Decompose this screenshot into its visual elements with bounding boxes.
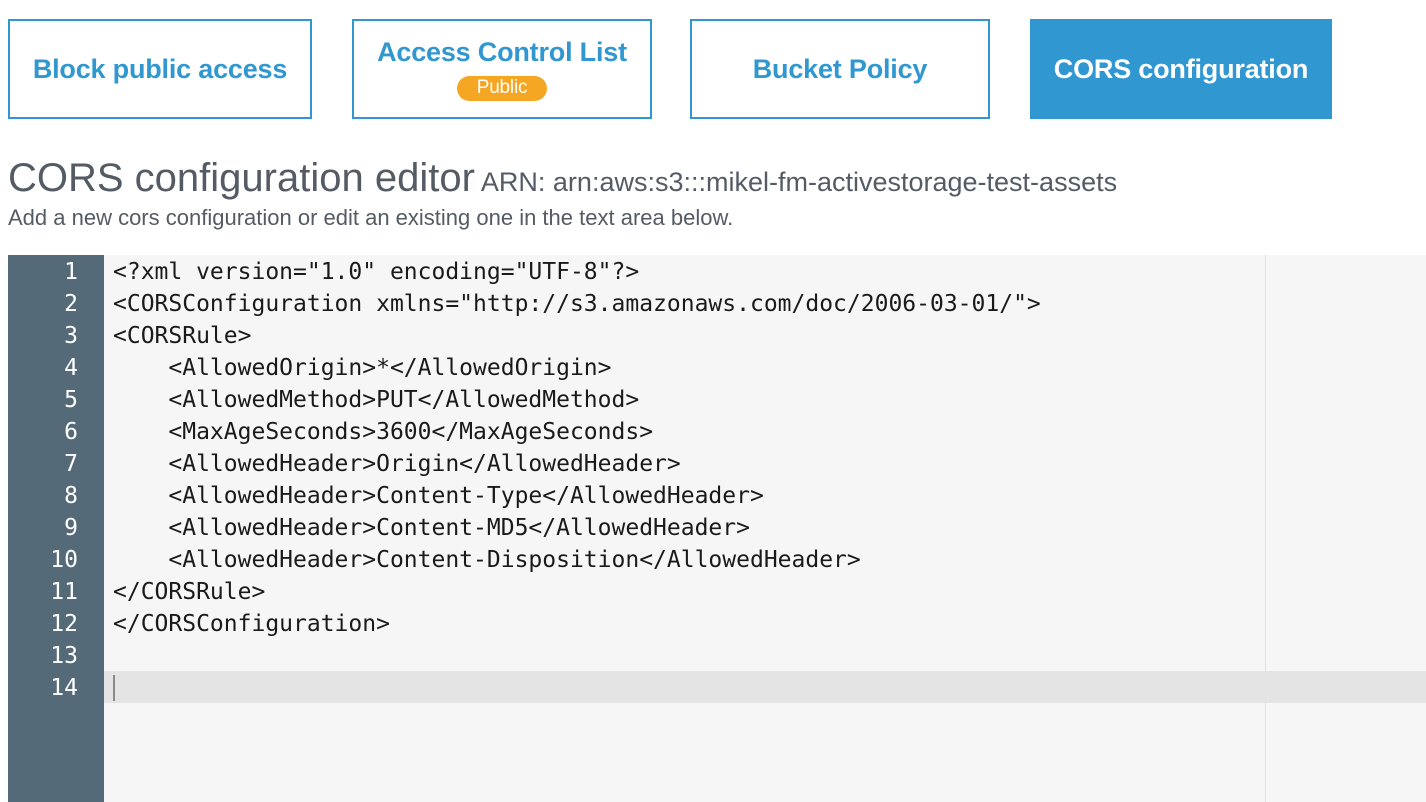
code-line[interactable]: <MaxAgeSeconds>3600</MaxAgeSeconds> [113, 416, 653, 448]
code-line[interactable]: <AllowedHeader>Origin</AllowedHeader> [113, 448, 680, 480]
line-number: 9 [64, 515, 78, 541]
line-number: 2 [64, 291, 78, 317]
line-number: 4 [64, 355, 78, 381]
line-number: 13 [50, 643, 78, 669]
text-cursor [113, 675, 115, 701]
line-number: 11 [50, 579, 78, 605]
line-number: 14 [50, 675, 78, 701]
code-line[interactable]: <AllowedHeader>Content-Disposition</Allo… [113, 544, 860, 576]
code-line[interactable]: </CORSRule> [113, 576, 265, 608]
tab-access-control-list[interactable]: Access Control List Public [352, 19, 652, 119]
code-line[interactable]: <?xml version="1.0" encoding="UTF-8"?> [113, 256, 639, 288]
cors-editor-page: Block public access Access Control List … [0, 0, 1426, 802]
code-line[interactable]: <AllowedHeader>Content-MD5</AllowedHeade… [113, 512, 750, 544]
line-number: 3 [64, 323, 78, 349]
tab-label: Block public access [32, 53, 288, 84]
page-header: CORS configuration editor ARN: arn:aws:s3… [8, 156, 1117, 201]
code-line[interactable]: <AllowedMethod>PUT</AllowedMethod> [113, 384, 639, 416]
line-number: 1 [64, 259, 78, 285]
tab-block-public-access[interactable]: Block public access [8, 19, 312, 119]
code-line[interactable]: </CORSConfiguration> [113, 608, 390, 640]
line-number: 5 [64, 387, 78, 413]
print-margin [1265, 255, 1266, 802]
line-number: 8 [64, 483, 78, 509]
line-number: 12 [50, 611, 78, 637]
code-line[interactable]: <AllowedOrigin>*</AllowedOrigin> [113, 352, 611, 384]
line-number: 6 [64, 419, 78, 445]
code-line[interactable]: <CORSRule> [113, 320, 251, 352]
active-line-highlight [104, 671, 1426, 703]
line-number-gutter: 1 2 3 4 5 6 7 8 9 10 11 12 13 14 [8, 255, 104, 802]
page-description: Add a new cors configuration or edit an … [8, 205, 734, 230]
bucket-arn: ARN: arn:aws:s3:::mikel-fm-activestorage… [480, 167, 1118, 197]
public-status-badge: Public [456, 76, 548, 101]
page-title: CORS configuration editor [8, 156, 475, 200]
tab-cors-configuration[interactable]: CORS configuration [1030, 19, 1332, 119]
line-number: 7 [64, 451, 78, 477]
cors-xml-editor[interactable]: 1 2 3 4 5 6 7 8 9 10 11 12 13 14 <?xml version="1.0" … [8, 255, 1426, 802]
tab-label: Access Control List [377, 37, 627, 67]
tab-label: CORS configuration [1053, 53, 1309, 84]
code-line[interactable]: <CORSConfiguration xmlns="http://s3.amaz… [113, 288, 1041, 320]
line-number: 10 [50, 547, 78, 573]
tab-bucket-policy[interactable]: Bucket Policy [690, 19, 990, 119]
code-line[interactable]: <AllowedHeader>Content-Type</AllowedHead… [113, 480, 763, 512]
tab-label: Bucket Policy [752, 53, 928, 84]
